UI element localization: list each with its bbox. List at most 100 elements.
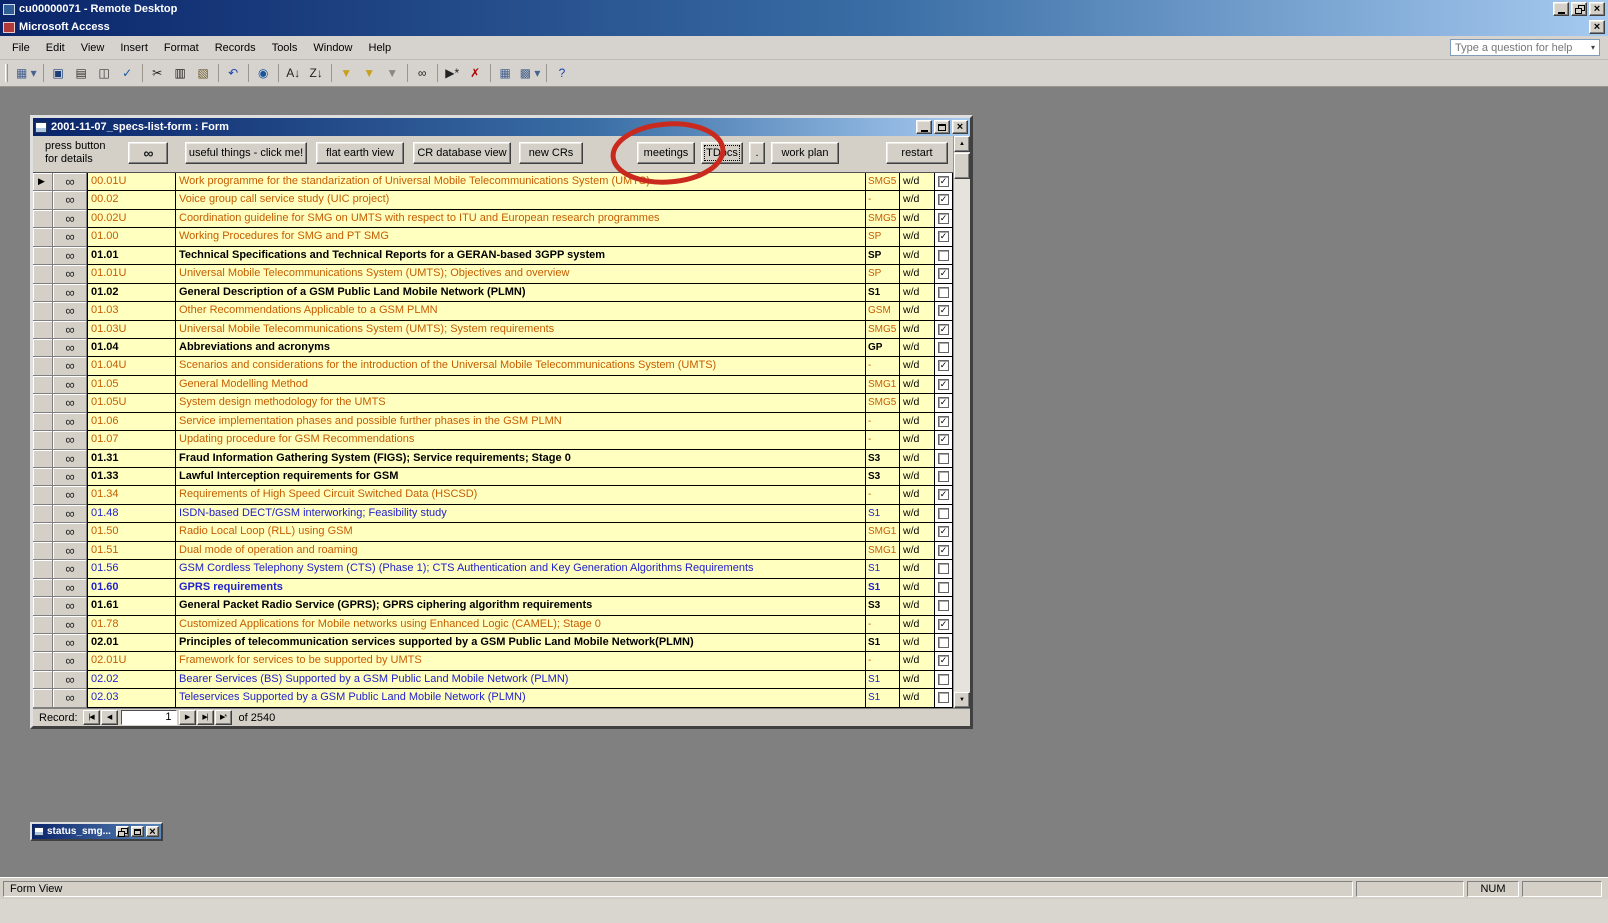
- group-cell[interactable]: SMG5: [865, 394, 899, 412]
- access-titlebar[interactable]: Microsoft Access ×: [0, 18, 1608, 36]
- wd-cell[interactable]: w/d: [899, 376, 934, 394]
- withdrawn-checkbox-cell[interactable]: [934, 505, 953, 523]
- withdrawn-checkbox[interactable]: ✓: [938, 434, 949, 445]
- group-cell[interactable]: -: [865, 652, 899, 670]
- group-cell[interactable]: S1: [865, 505, 899, 523]
- wd-cell[interactable]: w/d: [899, 671, 934, 689]
- remote-desktop-titlebar[interactable]: cu00000071 - Remote Desktop ×: [0, 0, 1608, 18]
- row-details-button[interactable]: ∞: [53, 431, 87, 449]
- withdrawn-checkbox-cell[interactable]: ✓: [934, 210, 953, 228]
- row-details-button[interactable]: ∞: [53, 671, 87, 689]
- record-selector[interactable]: [33, 523, 53, 541]
- row-details-button[interactable]: ∞: [53, 634, 87, 652]
- wd-cell[interactable]: w/d: [899, 228, 934, 246]
- print-button[interactable]: ▤: [71, 63, 92, 83]
- wd-cell[interactable]: w/d: [899, 394, 934, 412]
- group-cell[interactable]: S3: [865, 468, 899, 486]
- filter-by-selection-button[interactable]: ▼: [336, 63, 357, 83]
- spec-title-cell[interactable]: Fraud Information Gathering System (FIGS…: [175, 450, 865, 468]
- withdrawn-checkbox[interactable]: [938, 637, 949, 648]
- record-selector[interactable]: [33, 486, 53, 504]
- record-selector[interactable]: [33, 505, 53, 523]
- paste-button[interactable]: ▧: [193, 63, 214, 83]
- insert-hyperlink-button[interactable]: ◉: [253, 63, 274, 83]
- withdrawn-checkbox[interactable]: [938, 471, 949, 482]
- record-selector[interactable]: [33, 560, 53, 578]
- row-details-button[interactable]: ∞: [53, 486, 87, 504]
- undo-button[interactable]: ↶: [223, 63, 244, 83]
- cr-database-view-button[interactable]: CR database view: [413, 142, 511, 164]
- menu-view[interactable]: View: [73, 39, 113, 57]
- menu-records[interactable]: Records: [207, 39, 264, 57]
- previous-record-button[interactable]: ◀: [101, 710, 118, 725]
- record-selector[interactable]: [33, 431, 53, 449]
- next-record-button[interactable]: ▶: [179, 710, 196, 725]
- withdrawn-checkbox[interactable]: ✓: [938, 176, 949, 187]
- new-record-button[interactable]: ▶*: [215, 710, 232, 725]
- copy-button[interactable]: ▥: [170, 63, 191, 83]
- minimize-button[interactable]: [1553, 2, 1569, 16]
- withdrawn-checkbox-cell[interactable]: [934, 671, 953, 689]
- spec-title-cell[interactable]: Principles of telecommunication services…: [175, 634, 865, 652]
- sort-ascending-button[interactable]: A↓: [283, 63, 304, 83]
- row-details-button[interactable]: ∞: [53, 247, 87, 265]
- withdrawn-checkbox-cell[interactable]: [934, 468, 953, 486]
- withdrawn-checkbox-cell[interactable]: ✓: [934, 302, 953, 320]
- spec-number-cell[interactable]: 01.04: [87, 339, 175, 357]
- group-cell[interactable]: S3: [865, 450, 899, 468]
- tdocs-button[interactable]: TDocs: [701, 142, 743, 164]
- withdrawn-checkbox[interactable]: ✓: [938, 231, 949, 242]
- menu-help[interactable]: Help: [361, 39, 400, 57]
- record-selector[interactable]: [33, 191, 53, 209]
- spec-number-cell[interactable]: 01.60: [87, 579, 175, 597]
- record-selector[interactable]: [33, 228, 53, 246]
- spec-number-cell[interactable]: 01.00: [87, 228, 175, 246]
- withdrawn-checkbox-cell[interactable]: ✓: [934, 357, 953, 375]
- sort-descending-button[interactable]: Z↓: [306, 63, 327, 83]
- group-cell[interactable]: S1: [865, 689, 899, 707]
- withdrawn-checkbox-cell[interactable]: ✓: [934, 486, 953, 504]
- record-selector[interactable]: [33, 450, 53, 468]
- record-selector[interactable]: [33, 247, 53, 265]
- withdrawn-checkbox[interactable]: ✓: [938, 545, 949, 556]
- group-cell[interactable]: SP: [865, 265, 899, 283]
- withdrawn-checkbox[interactable]: [938, 250, 949, 261]
- row-details-button[interactable]: ∞: [53, 210, 87, 228]
- spec-title-cell[interactable]: Requirements of High Speed Circuit Switc…: [175, 486, 865, 504]
- record-selector[interactable]: [33, 339, 53, 357]
- group-cell[interactable]: GP: [865, 339, 899, 357]
- spec-title-cell[interactable]: Other Recommendations Applicable to a GS…: [175, 302, 865, 320]
- withdrawn-checkbox[interactable]: ✓: [938, 489, 949, 500]
- restore-button[interactable]: [1571, 2, 1587, 16]
- wd-cell[interactable]: w/d: [899, 542, 934, 560]
- spec-title-cell[interactable]: Working Procedures for SMG and PT SMG: [175, 228, 865, 246]
- close-button[interactable]: ×: [146, 826, 159, 837]
- group-cell[interactable]: S3: [865, 597, 899, 615]
- spec-number-cell[interactable]: 01.06: [87, 413, 175, 431]
- menu-insert[interactable]: Insert: [112, 39, 156, 57]
- spec-number-cell[interactable]: 01.01U: [87, 265, 175, 283]
- spec-number-cell[interactable]: 02.01: [87, 634, 175, 652]
- wd-cell[interactable]: w/d: [899, 339, 934, 357]
- wd-cell[interactable]: w/d: [899, 560, 934, 578]
- withdrawn-checkbox-cell[interactable]: [934, 284, 953, 302]
- group-cell[interactable]: SMG5: [865, 321, 899, 339]
- spec-number-cell[interactable]: 01.48: [87, 505, 175, 523]
- wd-cell[interactable]: w/d: [899, 616, 934, 634]
- withdrawn-checkbox[interactable]: ✓: [938, 526, 949, 537]
- wd-cell[interactable]: w/d: [899, 173, 934, 191]
- spec-title-cell[interactable]: Bearer Services (BS) Supported by a GSM …: [175, 671, 865, 689]
- withdrawn-checkbox[interactable]: [938, 582, 949, 593]
- withdrawn-checkbox[interactable]: ✓: [938, 416, 949, 427]
- spelling-button[interactable]: ✓: [117, 63, 138, 83]
- spec-number-cell[interactable]: 02.03: [87, 689, 175, 707]
- close-button[interactable]: ×: [952, 120, 968, 134]
- wd-cell[interactable]: w/d: [899, 413, 934, 431]
- new-record-button[interactable]: ▶*: [442, 63, 463, 83]
- record-selector[interactable]: [33, 265, 53, 283]
- print-preview-button[interactable]: ◫: [94, 63, 115, 83]
- group-cell[interactable]: SP: [865, 228, 899, 246]
- filter-by-form-button[interactable]: ▼: [359, 63, 380, 83]
- row-details-button[interactable]: ∞: [53, 321, 87, 339]
- record-selector[interactable]: [33, 376, 53, 394]
